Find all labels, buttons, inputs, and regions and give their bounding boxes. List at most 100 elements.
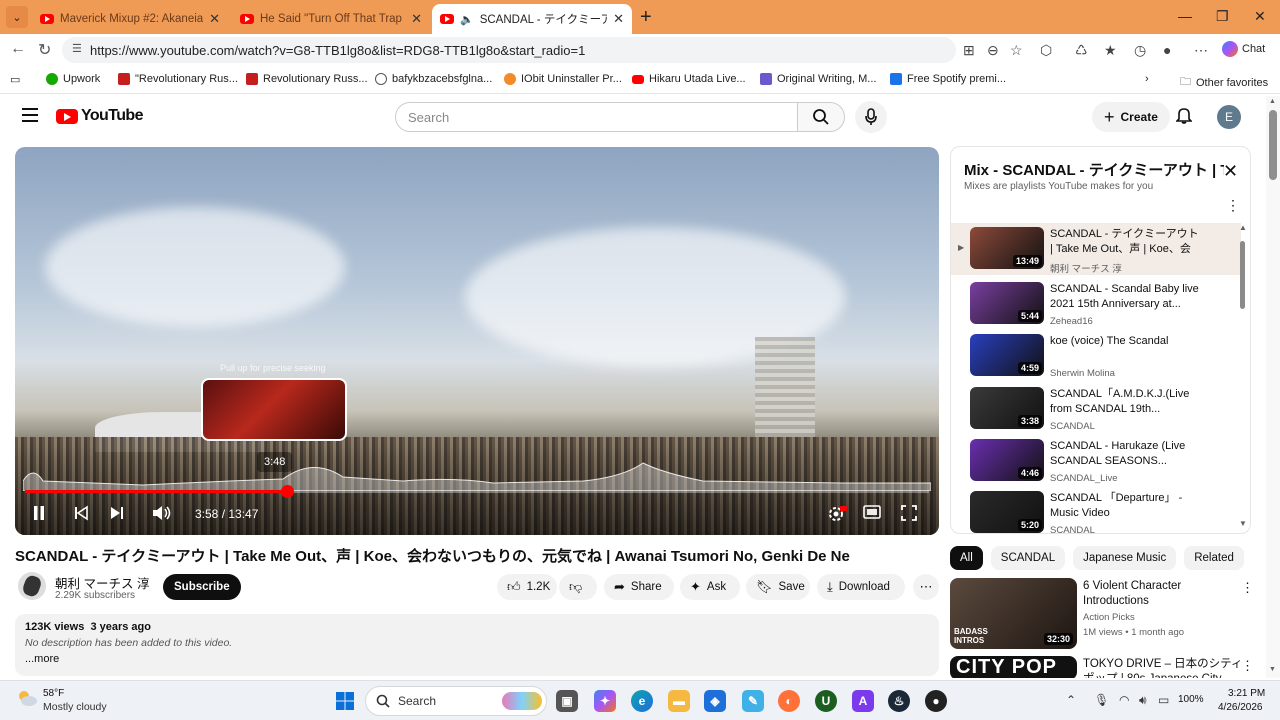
playlist-thumbnail[interactable]: 4:59 <box>970 334 1044 376</box>
scroll-up-icon[interactable]: ▲ <box>1269 98 1276 105</box>
close-playlist-icon[interactable]: ✕ <box>1223 161 1238 182</box>
description-more-link[interactable]: ...more <box>25 653 59 665</box>
video-menu-icon[interactable]: ⋮ <box>1241 580 1254 596</box>
cloudy-weather-icon[interactable] <box>16 690 38 706</box>
bookmark-iobit[interactable]: IObit Uninstaller Pr... <box>504 73 622 85</box>
bookmark-hikaru-utada[interactable]: Hikaru Utada Live... <box>632 73 746 85</box>
previous-button[interactable] <box>73 505 89 525</box>
weather-condition[interactable]: Mostly cloudy <box>43 701 107 713</box>
steam-icon[interactable]: ♨ <box>888 690 910 712</box>
video-player[interactable]: Pull up for precise seeking 3:48 3:58 / … <box>15 147 939 535</box>
taskbar-search-box[interactable]: Search <box>365 686 547 716</box>
playlist-item[interactable]: 3:38 SCANDAL「A.M.D.K.J.(Live from SCANDAL… <box>951 383 1241 435</box>
playlist-item[interactable]: 4:59 koe (voice) The Scandal Sherwin Molin… <box>951 330 1241 382</box>
clock-time[interactable]: 3:21 PM <box>1228 688 1265 699</box>
close-icon[interactable]: ✕ <box>613 11 624 27</box>
voice-search-button[interactable] <box>855 101 887 133</box>
chevron-right-icon[interactable]: › <box>1145 73 1149 85</box>
other-favorites[interactable]: 🗀 Other favorites <box>1180 73 1268 92</box>
subscribe-button[interactable]: Subscribe <box>163 574 241 600</box>
like-button[interactable]: 👍︎ 1.2K <box>497 574 557 600</box>
next-button[interactable] <box>109 505 125 525</box>
progress-bar[interactable] <box>25 485 929 498</box>
show-hidden-icons-chevron-icon[interactable]: ⌃ <box>1066 693 1076 707</box>
page-scroll-thumb[interactable] <box>1269 110 1277 180</box>
download-button[interactable]: ⤓ Download <box>817 574 905 600</box>
chip-scandal[interactable]: SCANDAL <box>990 546 1066 570</box>
playlist-item[interactable]: 4:46 SCANDAL - Harukaze (Live SCANDAL SEA… <box>951 435 1241 487</box>
browser-tab-1[interactable]: Maverick Mixup #2: Akaneia Build ✕ <box>32 4 228 34</box>
url-field[interactable]: ☰ https://www.youtube.com/watch?v=G8-TTB… <box>62 37 956 63</box>
youtube-logo[interactable]: YouTube <box>56 107 143 125</box>
browser-tab-3-active[interactable]: 🔈 SCANDAL - テイクミーアウト | Take ✕ <box>432 4 632 34</box>
site-info-icon[interactable]: ☰ <box>72 42 82 55</box>
app-icon[interactable]: ✎ <box>742 690 764 712</box>
description-box[interactable]: 123K views 3 years ago No description ha… <box>15 614 939 676</box>
upwork-icon[interactable]: U <box>815 690 837 712</box>
favorites-icon[interactable]: ★ <box>1104 42 1117 59</box>
affinity-icon[interactable]: A <box>852 690 874 712</box>
close-window-button[interactable]: ✕ <box>1254 8 1266 25</box>
chip-japanese-music[interactable]: Japanese Music <box>1073 546 1177 570</box>
battery-percent[interactable]: 100% <box>1178 694 1204 705</box>
settings-button[interactable] <box>827 505 847 527</box>
playlist-thumbnail[interactable]: 3:38 <box>970 387 1044 429</box>
task-view-icon[interactable]: ▣ <box>556 690 578 712</box>
windows-start-icon[interactable] <box>334 690 356 712</box>
bookmark-bafykbzace[interactable]: bafykbzacebsfglna... <box>375 73 492 85</box>
playlist-item[interactable]: 5:20 SCANDAL 「Departure」 -Music Video SCAN… <box>951 487 1241 533</box>
account-avatar[interactable]: E <box>1217 105 1241 129</box>
zoom-icon[interactable]: ⊖ <box>987 42 999 59</box>
more-actions-button[interactable]: ⋯ <box>913 574 939 600</box>
bookmark-upwork[interactable]: Upwork <box>46 73 100 85</box>
file-explorer-icon[interactable]: ▬ <box>668 690 690 712</box>
recommended-video[interactable]: CITY POP TOKYO DRIVE – 日本のシティポップ | 80s J… <box>950 656 1255 678</box>
wifi-icon[interactable]: ◠ <box>1119 693 1129 707</box>
firefox-icon[interactable]: ◐ <box>778 690 800 712</box>
speaker-icon[interactable]: 🔊︎ <box>1139 693 1147 708</box>
app-available-icon[interactable]: ⊞ <box>963 42 975 59</box>
search-input[interactable]: Search <box>395 102 798 132</box>
back-arrow-icon[interactable]: ← <box>10 40 26 58</box>
microsoft-store-icon[interactable]: ◈ <box>704 690 726 712</box>
speaker-icon[interactable]: 🔈 <box>460 13 474 26</box>
bookmark-original-writing[interactable]: Original Writing, M... <box>760 73 876 85</box>
reading-list-icon[interactable]: ▭ <box>10 73 20 86</box>
favorite-star-icon[interactable]: ☆ <box>1010 42 1023 59</box>
hamburger-menu-icon[interactable] <box>22 108 38 122</box>
volume-button[interactable] <box>152 505 172 525</box>
playlist-thumbnail[interactable]: 5:44 <box>970 282 1044 324</box>
more-menu-icon[interactable]: ⋯ <box>1194 42 1208 59</box>
new-tab-button[interactable]: + <box>640 6 652 29</box>
playlist-thumbnail[interactable]: 13:49 <box>970 227 1044 269</box>
share-button[interactable]: ➦ Share <box>604 574 674 600</box>
playlist-menu-icon[interactable]: ⋮ <box>1226 197 1240 214</box>
video-thumbnail[interactable]: CITY POP <box>950 656 1077 678</box>
playlist-scroll-thumb[interactable] <box>1240 241 1245 309</box>
theater-mode-button[interactable] <box>863 505 881 523</box>
save-button[interactable]: 🔖︎ Save <box>746 574 810 600</box>
battery-icon[interactable]: ▭ <box>1158 693 1169 707</box>
close-icon[interactable]: ✕ <box>411 11 422 27</box>
playlist-title[interactable]: Mix - SCANDAL - テイクミーアウト | Take Me Out、声… <box>964 159 1224 180</box>
playlist-scrollbar[interactable]: ▲ ▼ <box>1239 223 1247 528</box>
edge-browser-icon[interactable]: e <box>631 690 653 712</box>
refresh-icon[interactable]: ↻ <box>38 40 51 60</box>
scroll-up-icon[interactable]: ▲ <box>1239 223 1247 232</box>
history-icon[interactable]: ◷ <box>1134 42 1146 59</box>
close-icon[interactable]: ✕ <box>209 11 220 27</box>
bookmark-free-spotify[interactable]: Free Spotify premi... <box>890 73 1006 85</box>
video-thumbnail[interactable]: BADASS INTROS 32:30 <box>950 578 1077 649</box>
ask-button[interactable]: ✦ Ask <box>680 574 740 600</box>
playlist-item[interactable]: ▶ 13:49 SCANDAL - テイクミーアウト | Take Me Out、声… <box>951 223 1241 275</box>
scroll-down-icon[interactable]: ▼ <box>1269 666 1276 673</box>
scroll-down-icon[interactable]: ▼ <box>1239 519 1247 528</box>
fullscreen-button[interactable] <box>901 505 917 525</box>
chip-related[interactable]: Related <box>1184 546 1244 570</box>
clock-date[interactable]: 4/26/2026 <box>1218 702 1263 713</box>
microphone-icon[interactable]: 🎙︎ <box>1094 693 1109 707</box>
create-button[interactable]: + Create <box>1092 102 1170 132</box>
browser-essentials-icon[interactable]: ♺ <box>1075 42 1088 59</box>
notifications-bell-icon[interactable] <box>1175 106 1193 129</box>
channel-avatar[interactable] <box>18 572 46 600</box>
